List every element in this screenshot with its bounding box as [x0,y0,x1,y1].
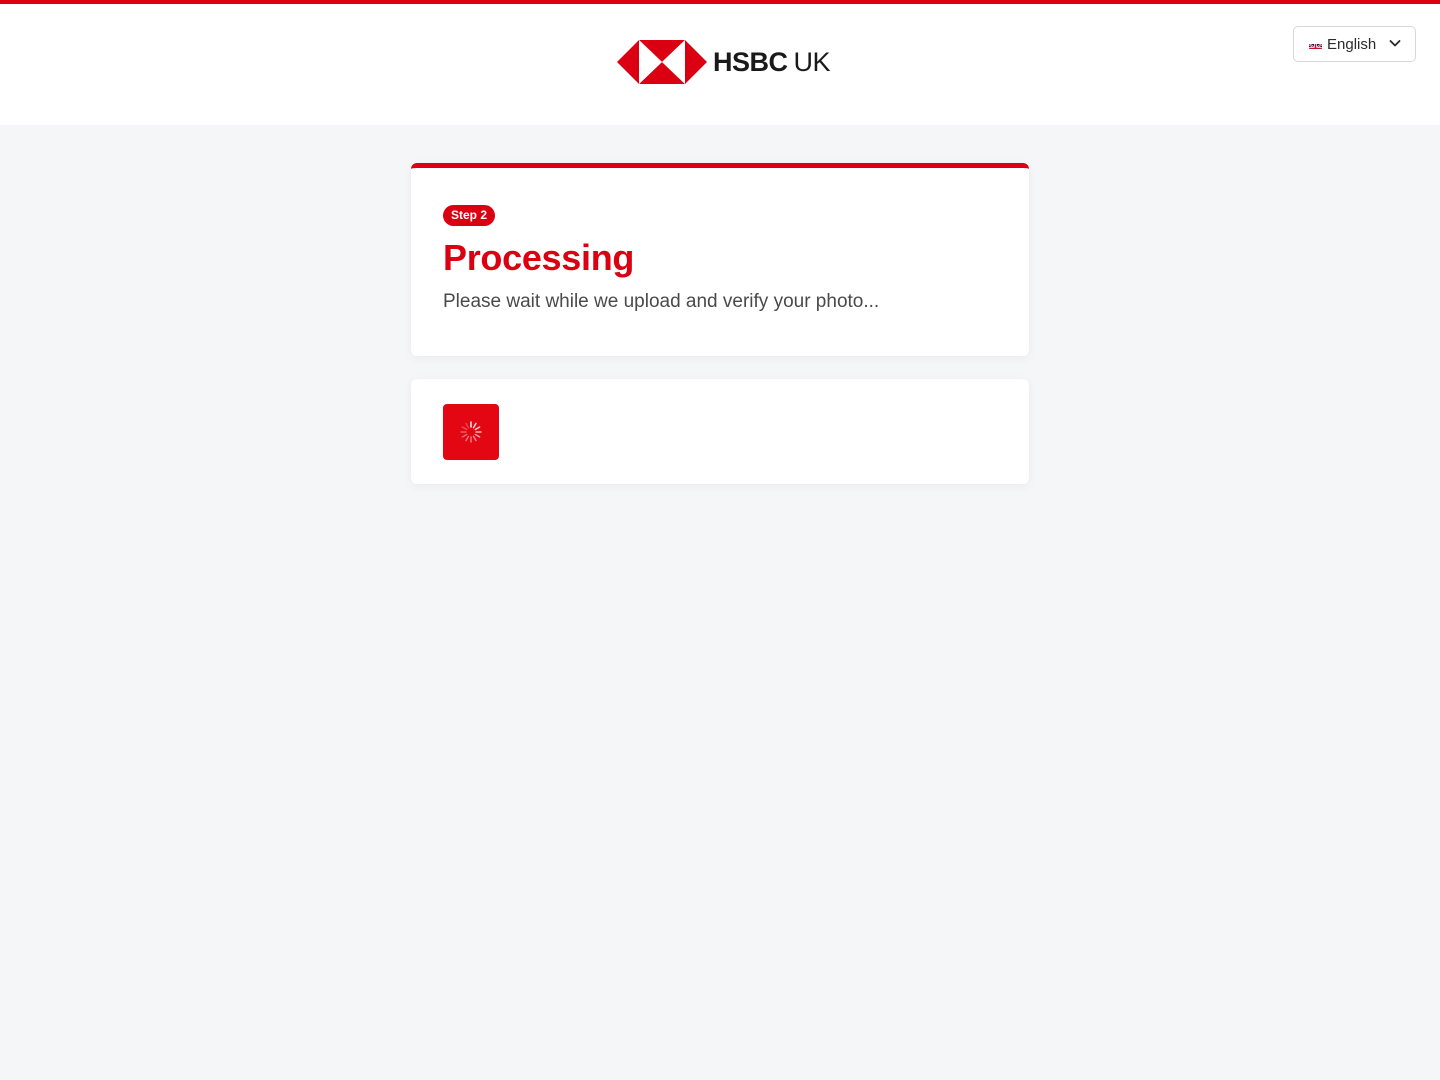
status-card [411,379,1029,484]
logo-region: UK [793,46,831,77]
uk-flag-icon [1309,40,1322,49]
step-badge: Step 2 [443,205,496,226]
spinner-icon [460,421,482,443]
language-selector[interactable]: English [1293,26,1416,62]
step-card: Step 2 Processing Please wait while we u… [411,163,1029,356]
language-label: English [1327,35,1377,53]
hsbc-logo[interactable]: HSBC UK [617,40,831,84]
loading-indicator [443,404,499,460]
page-subtitle: Please wait while we upload and verify y… [443,291,880,312]
hsbc-hexagon-icon [617,40,707,84]
logo-brand: HSBC [713,46,788,77]
logo-text: HSBC UK [713,46,831,78]
site-header: HSBC UK English [0,4,1440,125]
page-title: Processing [443,237,635,278]
chevron-down-icon [1389,40,1401,47]
